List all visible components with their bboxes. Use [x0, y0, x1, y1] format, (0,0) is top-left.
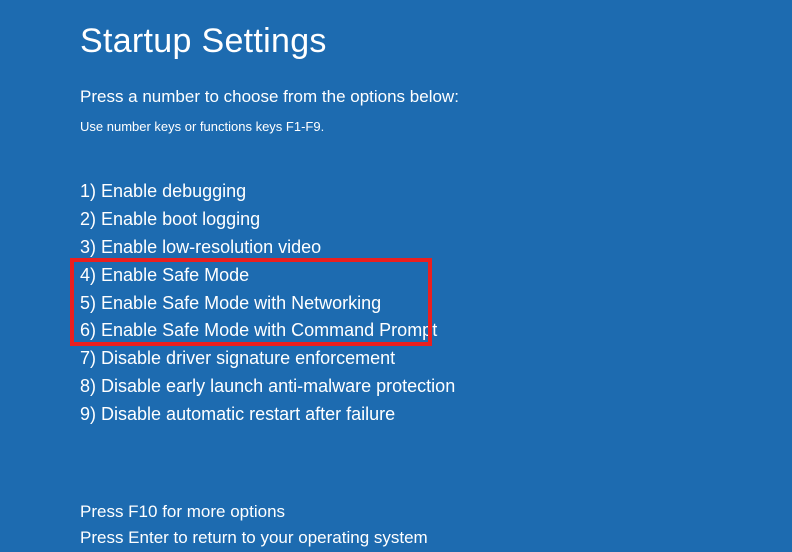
more-options-hint: Press F10 for more options: [80, 499, 792, 525]
option-6[interactable]: 6) Enable Safe Mode with Command Prompt: [80, 317, 792, 345]
option-label: Disable driver signature enforcement: [101, 348, 395, 368]
option-number: 6): [80, 320, 96, 340]
option-2[interactable]: 2) Enable boot logging: [80, 206, 792, 234]
option-5[interactable]: 5) Enable Safe Mode with Networking: [80, 290, 792, 318]
option-label: Disable automatic restart after failure: [101, 404, 395, 424]
page-title: Startup Settings: [80, 22, 792, 61]
option-label: Enable low-resolution video: [101, 237, 321, 257]
option-label: Enable Safe Mode: [101, 265, 249, 285]
hint-text: Use number keys or functions keys F1-F9.: [80, 119, 792, 134]
option-number: 5): [80, 293, 96, 313]
option-3[interactable]: 3) Enable low-resolution video: [80, 234, 792, 262]
option-number: 1): [80, 181, 96, 201]
option-label: Enable debugging: [101, 181, 246, 201]
option-4[interactable]: 4) Enable Safe Mode: [80, 262, 792, 290]
option-9[interactable]: 9) Disable automatic restart after failu…: [80, 401, 792, 429]
instruction-text: Press a number to choose from the option…: [80, 87, 792, 107]
option-8[interactable]: 8) Disable early launch anti-malware pro…: [80, 373, 792, 401]
option-number: 3): [80, 237, 96, 257]
return-hint: Press Enter to return to your operating …: [80, 525, 792, 551]
option-number: 2): [80, 209, 96, 229]
option-label: Disable early launch anti-malware protec…: [101, 376, 455, 396]
options-list: 1) Enable debugging 2) Enable boot loggi…: [80, 178, 792, 429]
option-label: Enable boot logging: [101, 209, 260, 229]
footer-instructions: Press F10 for more options Press Enter t…: [80, 499, 792, 552]
option-label: Enable Safe Mode with Command Prompt: [101, 320, 437, 340]
option-number: 9): [80, 404, 96, 424]
option-label: Enable Safe Mode with Networking: [101, 293, 381, 313]
option-7[interactable]: 7) Disable driver signature enforcement: [80, 345, 792, 373]
option-1[interactable]: 1) Enable debugging: [80, 178, 792, 206]
option-number: 4): [80, 265, 96, 285]
option-number: 8): [80, 376, 96, 396]
option-number: 7): [80, 348, 96, 368]
